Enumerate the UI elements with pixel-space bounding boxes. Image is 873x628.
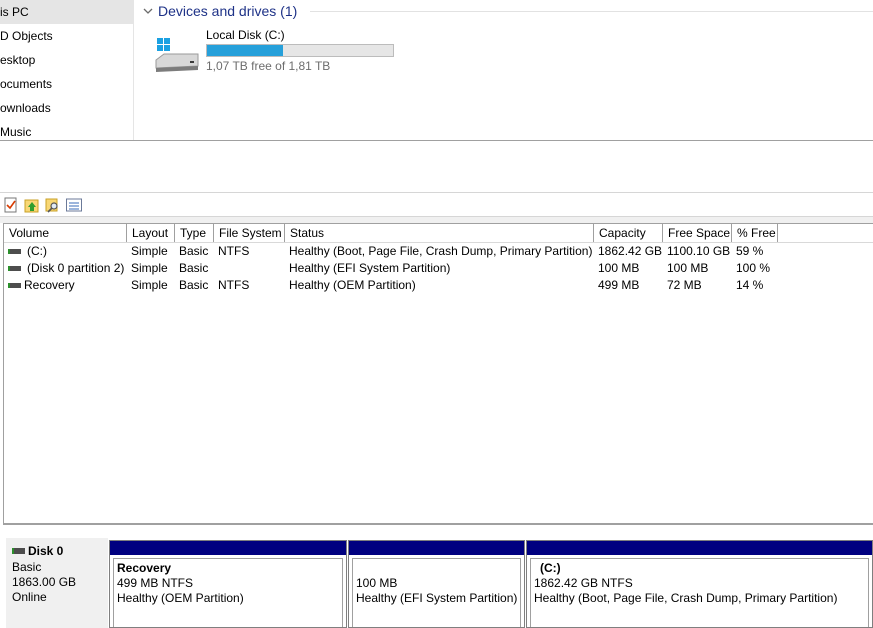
partition-size: 100 MB bbox=[356, 576, 398, 590]
column-header-row: Volume Layout Type File System Status Ca… bbox=[4, 224, 873, 243]
partition-header-bar bbox=[349, 541, 524, 555]
partition-status: Healthy (Boot, Page File, Crash Dump, Pr… bbox=[534, 591, 838, 605]
cell-capacity: 100 MB bbox=[598, 261, 640, 275]
partition-name: Recovery bbox=[117, 561, 172, 575]
partition-size: 1862.42 GB NTFS bbox=[534, 576, 633, 590]
drive-tile-local-disk[interactable]: Local Disk (C:) 1,07 TB free of 1,81 TB bbox=[152, 26, 402, 76]
cell-file-system: NTFS bbox=[218, 278, 250, 292]
drive-usage-bar bbox=[206, 44, 394, 57]
partition-status: Healthy (EFI System Partition) bbox=[356, 591, 518, 605]
hard-drive-icon bbox=[155, 38, 199, 72]
cell-status: Healthy (OEM Partition) bbox=[289, 278, 416, 292]
partition-recovery[interactable]: Recovery 499 MB NTFS Healthy (OEM Partit… bbox=[109, 540, 347, 628]
disk-icon bbox=[12, 548, 25, 554]
cell-capacity: 499 MB bbox=[598, 278, 640, 292]
partition-efi[interactable]: 100 MB Healthy (EFI System Partition) bbox=[348, 540, 525, 628]
partition-header-bar bbox=[527, 541, 872, 555]
column-header-capacity[interactable]: Capacity bbox=[594, 224, 663, 242]
disk-map: Disk 0 Basic 1863.00 GB Online Recovery … bbox=[3, 523, 873, 628]
chevron-down-icon bbox=[143, 8, 153, 14]
cell-free-space: 1100.10 GB bbox=[667, 244, 731, 258]
navigation-pane: is PC D Objects esktop ocuments ownloads… bbox=[0, 0, 134, 140]
partition-size: 499 MB NTFS bbox=[117, 576, 194, 590]
table-row[interactable]: Recovery Simple Basic NTFS Healthy (OEM … bbox=[4, 277, 873, 294]
volume-icon bbox=[8, 266, 21, 271]
properties-check-icon bbox=[4, 197, 17, 213]
column-header-percent-free[interactable]: % Free bbox=[732, 224, 778, 242]
drive-name: Local Disk (C:) bbox=[206, 28, 285, 42]
disk-size: 1863.00 GB bbox=[12, 575, 77, 589]
volume-list: Volume Layout Type File System Status Ca… bbox=[3, 223, 873, 524]
view-list-icon bbox=[66, 198, 82, 212]
disk-name: Disk 0 bbox=[28, 544, 64, 558]
toolbar bbox=[0, 192, 873, 217]
table-row[interactable]: (Disk 0 partition 2) Simple Basic Health… bbox=[4, 260, 873, 277]
drive-free-space: 1,07 TB free of 1,81 TB bbox=[206, 59, 331, 73]
devices-and-drives-header[interactable]: Devices and drives (1) bbox=[142, 2, 297, 20]
cell-percent-free: 59 % bbox=[736, 244, 764, 258]
cell-file-system: NTFS bbox=[218, 244, 250, 258]
cell-capacity: 1862.42 GB bbox=[598, 244, 663, 258]
disk-label[interactable]: Disk 0 Basic 1863.00 GB Online bbox=[6, 538, 108, 628]
group-title: Devices and drives (1) bbox=[158, 3, 298, 19]
cell-type: Basic bbox=[179, 278, 209, 292]
cell-volume: (C:) bbox=[27, 244, 47, 258]
cell-layout: Simple bbox=[131, 244, 168, 258]
cell-layout: Simple bbox=[131, 261, 168, 275]
cell-free-space: 72 MB bbox=[667, 278, 702, 292]
up-folder-button[interactable] bbox=[22, 196, 42, 214]
cell-layout: Simple bbox=[131, 278, 168, 292]
disk-state: Online bbox=[12, 590, 47, 604]
partition-name: (C:) bbox=[540, 561, 561, 575]
disk-kind: Basic bbox=[12, 560, 42, 574]
view-list-button[interactable] bbox=[64, 196, 84, 214]
cell-volume: Recovery bbox=[24, 278, 75, 292]
nav-item-desktop[interactable]: esktop bbox=[0, 48, 133, 72]
column-header-free-space[interactable]: Free Space bbox=[663, 224, 732, 242]
cell-type: Basic bbox=[179, 244, 209, 258]
cell-free-space: 100 MB bbox=[667, 261, 709, 275]
properties-button[interactable] bbox=[1, 196, 21, 214]
menu-area bbox=[0, 140, 873, 193]
nav-item-this-pc[interactable]: is PC bbox=[0, 0, 133, 24]
nav-item-documents[interactable]: ocuments bbox=[0, 72, 133, 96]
partition-body: 100 MB Healthy (EFI System Partition) bbox=[352, 558, 521, 627]
column-header-status[interactable]: Status bbox=[285, 224, 594, 242]
drive-usage-fill bbox=[207, 45, 284, 56]
column-header-layout[interactable]: Layout bbox=[127, 224, 175, 242]
partition-status: Healthy (OEM Partition) bbox=[117, 591, 244, 605]
volume-icon bbox=[8, 283, 21, 288]
nav-item-downloads[interactable]: ownloads bbox=[0, 96, 133, 120]
partition-header-bar bbox=[110, 541, 346, 555]
column-header-type[interactable]: Type bbox=[175, 224, 214, 242]
cell-volume: (Disk 0 partition 2) bbox=[27, 261, 125, 275]
up-folder-icon bbox=[24, 199, 39, 213]
cell-type: Basic bbox=[179, 261, 209, 275]
nav-item-3d-objects[interactable]: D Objects bbox=[0, 24, 133, 48]
cell-status: Healthy (EFI System Partition) bbox=[289, 261, 451, 275]
column-header-file-system[interactable]: File System bbox=[214, 224, 285, 242]
volume-icon bbox=[8, 249, 21, 254]
pane-splitter[interactable] bbox=[0, 216, 873, 223]
partition-body: (C:) 1862.42 GB NTFS Healthy (Boot, Page… bbox=[530, 558, 869, 627]
cell-status: Healthy (Boot, Page File, Crash Dump, Pr… bbox=[289, 244, 593, 258]
column-header-volume[interactable]: Volume bbox=[4, 224, 127, 242]
search-folder-button[interactable] bbox=[43, 196, 63, 214]
cell-percent-free: 14 % bbox=[736, 278, 764, 292]
partition-body: Recovery 499 MB NTFS Healthy (OEM Partit… bbox=[113, 558, 343, 627]
cell-percent-free: 100 % bbox=[736, 261, 771, 275]
explorer-pane: is PC D Objects esktop ocuments ownloads… bbox=[0, 0, 873, 140]
partition-c[interactable]: (C:) 1862.42 GB NTFS Healthy (Boot, Page… bbox=[526, 540, 873, 628]
table-row[interactable]: (C:) Simple Basic NTFS Healthy (Boot, Pa… bbox=[4, 243, 873, 260]
group-divider bbox=[310, 11, 873, 12]
search-folder-icon bbox=[45, 198, 58, 213]
nav-item-music[interactable]: Music bbox=[0, 120, 133, 140]
